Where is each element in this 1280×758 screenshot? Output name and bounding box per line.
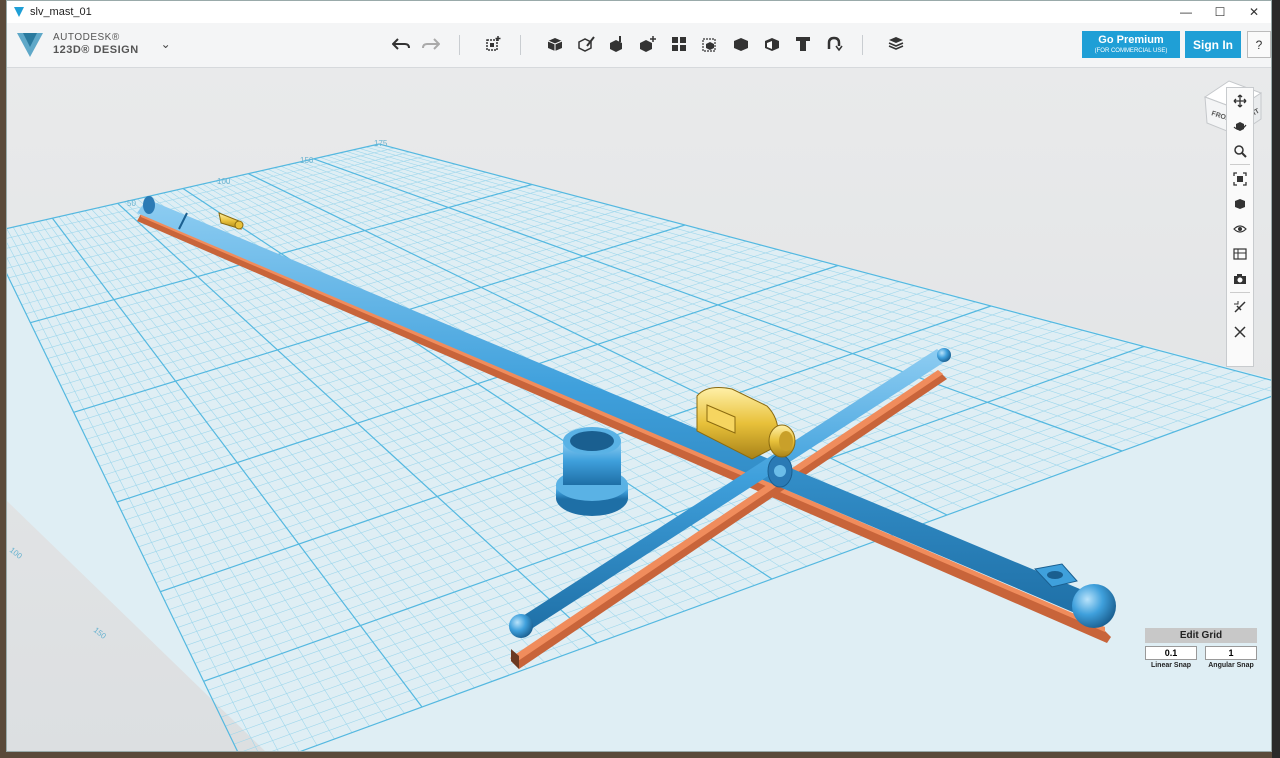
window-title: slv_mast_01 [30, 6, 92, 18]
undo-button[interactable] [388, 31, 414, 57]
primitives-icon [547, 38, 563, 51]
toolbar-divider [459, 35, 460, 55]
visibility-button[interactable] [1227, 216, 1253, 241]
material-button[interactable] [883, 31, 909, 57]
edit-grid-button[interactable]: Edit Grid [1145, 628, 1257, 643]
snap-button[interactable] [821, 31, 847, 57]
app-window: slv_mast_01 — ☐ ✕ AUTODESK® 123D® DESIGN… [6, 0, 1272, 752]
hide-icon [1234, 325, 1246, 338]
fit-button[interactable] [1227, 166, 1253, 191]
modify-button[interactable] [635, 31, 661, 57]
app-icon [14, 7, 24, 17]
views-button[interactable] [1227, 191, 1253, 216]
cross-joint[interactable] [767, 454, 793, 488]
materials-outline-button[interactable] [1227, 241, 1253, 266]
group-button[interactable] [697, 31, 723, 57]
grid-label: 175 [374, 139, 388, 148]
main-toolbar: AUTODESK® 123D® DESIGN ⌄ Go Premium (FOR… [7, 23, 1271, 68]
measure-button[interactable] [759, 31, 785, 57]
minimize-button[interactable]: — [1169, 1, 1203, 23]
construct-icon [610, 36, 622, 52]
transform-icon [486, 36, 501, 51]
sketch-icon [578, 36, 595, 52]
grid-label: 50 [127, 199, 136, 208]
grid-label: 150 [300, 156, 314, 165]
fit-icon [1233, 171, 1247, 186]
pattern-button[interactable] [666, 31, 692, 57]
text-icon [796, 37, 810, 51]
combine-icon [734, 38, 748, 51]
logo-product: 123D® DESIGN [53, 44, 139, 56]
snap-icon [827, 36, 843, 52]
angular-snap-label: Angular Snap [1208, 662, 1254, 669]
text-button[interactable] [790, 31, 816, 57]
measure-icon [765, 38, 779, 51]
pan-icon [1233, 94, 1247, 107]
linear-snap-label: Linear Snap [1150, 662, 1192, 669]
redo-icon [422, 38, 440, 50]
nav-divider [1230, 164, 1250, 165]
app-menu[interactable]: AUTODESK® 123D® DESIGN ⌄ [15, 29, 171, 59]
chevron-down-icon: ⌄ [160, 37, 171, 51]
visibility-icon [1233, 224, 1247, 233]
toolbar-divider [862, 35, 863, 55]
orbit-icon [1233, 121, 1247, 131]
linear-snap-field[interactable]: 0.1 [1145, 646, 1197, 660]
navigation-bar [1226, 87, 1254, 367]
camera-icon [1234, 273, 1246, 284]
zoom-icon [1234, 144, 1247, 158]
window-controls: — ☐ ✕ [1169, 1, 1271, 23]
sign-in-button[interactable]: Sign In [1185, 31, 1241, 58]
edit-grid-panel: Edit Grid 0.1 1 Linear Snap Angular Snap [1145, 628, 1257, 674]
hide-button[interactable] [1227, 319, 1253, 344]
pattern-icon [672, 37, 686, 51]
go-premium-button[interactable]: Go Premium (FOR COMMERCIAL USE) [1082, 31, 1180, 58]
logo-icon [17, 33, 43, 57]
maximize-button[interactable]: ☐ [1203, 1, 1237, 23]
materials-outline-icon [1233, 247, 1247, 260]
pan-button[interactable] [1227, 88, 1253, 113]
redo-button[interactable] [418, 31, 444, 57]
grid-snap-icon [1234, 300, 1246, 313]
group-icon [702, 38, 716, 52]
combine-button[interactable] [728, 31, 754, 57]
sleeve-bushing[interactable] [556, 427, 628, 516]
orbit-button[interactable] [1227, 113, 1253, 138]
title-bar: slv_mast_01 — ☐ ✕ [7, 1, 1271, 23]
views-icon [1235, 198, 1245, 209]
undo-icon [392, 38, 410, 50]
modify-icon [640, 36, 656, 52]
construct-button[interactable] [604, 31, 630, 57]
grid-label: 100 [217, 177, 231, 186]
close-button[interactable]: ✕ [1237, 1, 1271, 23]
transform-button[interactable] [480, 31, 506, 57]
primitives-button[interactable] [542, 31, 568, 57]
zoom-button[interactable] [1227, 138, 1253, 163]
material-icon [888, 37, 904, 50]
toolbar-divider [520, 35, 521, 55]
grid-snap-button[interactable] [1227, 294, 1253, 319]
premium-label: Go Premium [1098, 34, 1164, 46]
3d-viewport[interactable]: 50 100 150 175 100 150 FRONT [7, 68, 1272, 752]
desktop-background-strip [1272, 0, 1280, 758]
sketch-button[interactable] [573, 31, 599, 57]
camera-button[interactable] [1227, 266, 1253, 291]
nav-divider [1230, 292, 1250, 293]
premium-sublabel: (FOR COMMERCIAL USE) [1094, 48, 1168, 54]
help-button[interactable]: ? [1247, 31, 1271, 58]
angular-snap-field[interactable]: 1 [1205, 646, 1257, 660]
logo-autodesk: AUTODESK® [53, 32, 120, 43]
